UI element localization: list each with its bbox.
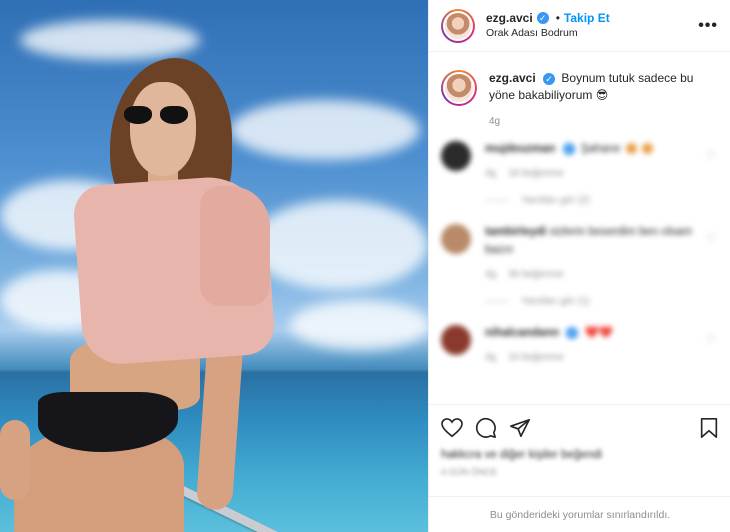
comment-likes[interactable]: 18 beğenme [508, 168, 564, 179]
follow-button[interactable]: Takip Et [564, 11, 610, 25]
location-link[interactable]: Orak Adası Bodrum [486, 27, 698, 40]
avatar[interactable] [441, 8, 475, 43]
post-header: ezg.avci ✓ • Takip Et Orak Adası Bodrum … [429, 0, 730, 52]
comment-likes[interactable]: 16 beğenme [508, 352, 564, 363]
comment-like-heart-icon[interactable]: ♡ [706, 149, 718, 162]
caption-time: 4g [489, 116, 501, 127]
comment-item: tambirleydi sizlerin beserdim ben olsam … [441, 224, 718, 282]
cloud [250, 200, 428, 290]
username[interactable]: ezg.avci [486, 11, 533, 25]
view-replies[interactable]: Yanıtları gör (1) [485, 296, 718, 307]
view-replies[interactable]: Yanıtları gör (2) [485, 195, 718, 206]
post-side-panel: ezg.avci ✓ • Takip Et Orak Adası Bodrum … [428, 0, 730, 532]
emoji-icon [641, 143, 653, 155]
heart-icon[interactable] [441, 418, 463, 438]
comment-time: 4g [485, 268, 497, 280]
comment-like-heart-icon[interactable]: ♡ [706, 232, 718, 245]
emoji-icon [625, 143, 637, 155]
commenter-name[interactable]: nihalcandann [485, 327, 559, 339]
caption: ezg.avci ✓ Boynum tutuk sadece bu yöne b… [429, 52, 730, 106]
comment-time: 4g [485, 352, 497, 363]
share-icon[interactable] [509, 417, 531, 439]
avatar[interactable] [441, 70, 477, 106]
cloud [20, 20, 200, 60]
more-options-icon[interactable]: ••• [698, 17, 718, 35]
cloud [290, 300, 428, 350]
comment-text: ❤️❤️ [584, 326, 614, 339]
instagram-post: ezg.avci ✓ • Takip Et Orak Adası Bodrum … [0, 0, 730, 532]
verified-icon: ✓ [543, 73, 556, 85]
arm [0, 420, 30, 500]
comment-likes[interactable]: 36 beğenme [508, 269, 564, 280]
post-date: 4 GÜN ÖNCE [441, 467, 498, 477]
comments-list: mujdeuzman ✓ Şahane 4g 18 beğenme ♡ Yanıt… [429, 141, 730, 365]
sunglasses [124, 106, 192, 126]
comments-limited-notice: Bu gönderideki yorumlar sınırlandırıldı. [429, 496, 730, 532]
commenter-avatar[interactable] [441, 224, 471, 255]
comment-like-heart-icon[interactable]: ♡ [706, 333, 718, 346]
comment-text: Şahane [580, 143, 621, 155]
post-actions: hakkcra ve diğer kişiler beğendi 4 GÜN Ö… [429, 404, 730, 477]
shirt-sleeve [200, 186, 270, 306]
commenter-avatar[interactable] [441, 324, 471, 355]
separator: • [555, 11, 560, 25]
caption-username[interactable]: ezg.avci [489, 71, 536, 85]
commenter-avatar[interactable] [441, 141, 471, 171]
face [130, 82, 196, 176]
commenter-name[interactable]: mujdeuzman [485, 143, 555, 155]
commenter-name[interactable]: tambirleydi [485, 226, 546, 238]
comment-item: nihalcandann ✓ ❤️❤️ 4g 16 beğenme ♡ [441, 324, 718, 365]
comment-icon[interactable] [475, 417, 497, 439]
comment-time: 4g [485, 168, 497, 180]
bookmark-icon[interactable] [699, 417, 719, 439]
post-photo[interactable] [0, 0, 428, 532]
verified-icon: ✓ [566, 326, 579, 339]
likes-summary[interactable]: hakkcra ve diğer kişiler beğendi [441, 449, 719, 461]
cloud [230, 100, 420, 160]
verified-icon: ✓ [562, 143, 575, 155]
comment-item: mujdeuzman ✓ Şahane 4g 18 beğenme ♡ [441, 141, 718, 181]
verified-icon: ✓ [536, 12, 549, 25]
